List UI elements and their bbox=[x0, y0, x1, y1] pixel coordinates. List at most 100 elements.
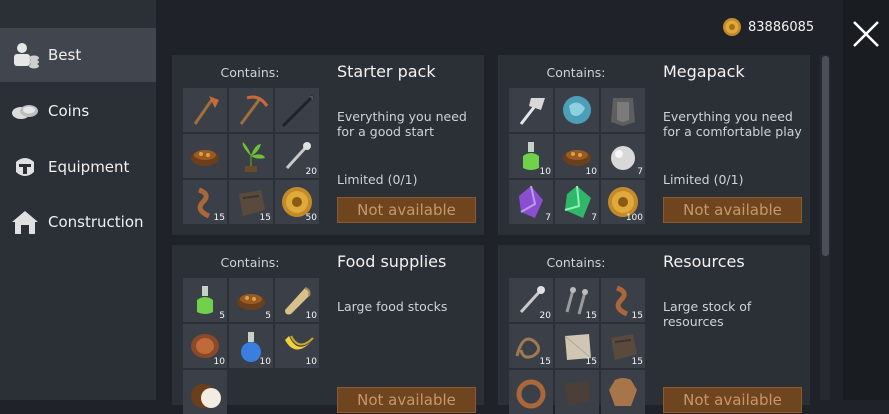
scrollbar-thumb[interactable] bbox=[822, 56, 829, 256]
item-quantity: 5 bbox=[219, 311, 225, 321]
armor-icon bbox=[611, 98, 635, 126]
pack-item-slot[interactable]: 15 bbox=[183, 180, 227, 224]
axe-icon bbox=[193, 96, 219, 125]
pack-description: Everything you need for a good start bbox=[337, 109, 467, 139]
right-panel bbox=[843, 0, 889, 400]
equipment-icon bbox=[10, 152, 40, 182]
pack-item-slot[interactable] bbox=[275, 88, 319, 132]
plant-icon bbox=[242, 142, 265, 172]
pack-item-slot[interactable] bbox=[229, 134, 273, 178]
pack-description: Large stock of resources bbox=[663, 299, 752, 329]
pack-description: Everything you need for a comfortable pl… bbox=[663, 109, 802, 139]
rope-coil-icon bbox=[516, 379, 546, 409]
pack-item-slot[interactable]: 15 bbox=[555, 278, 599, 322]
pack-item-slot[interactable]: 15 bbox=[509, 324, 553, 368]
pack-item-slot[interactable] bbox=[229, 88, 273, 132]
pack-item-slot[interactable]: 50 bbox=[275, 180, 319, 224]
contains-label: Contains: bbox=[546, 65, 606, 80]
sidebar-item-coins[interactable]: Coins bbox=[0, 84, 156, 138]
item-quantity: 10 bbox=[585, 167, 597, 177]
item-quantity: 15 bbox=[539, 357, 551, 367]
leather-dark-icon bbox=[565, 380, 591, 406]
pack-item-slot[interactable] bbox=[509, 88, 553, 132]
pack-card: Contains: 5 5 10 10 10 10 Food supplies Large fo… bbox=[172, 245, 484, 414]
pack-card: Contains: 10 10 7 7 7 100 Megapack Everything yo… bbox=[498, 55, 810, 235]
pack-item-slot[interactable]: 7 bbox=[601, 134, 645, 178]
item-quantity: 10 bbox=[539, 167, 551, 177]
best-icon bbox=[10, 40, 40, 70]
sidebar-item-equipment[interactable]: Equipment bbox=[0, 140, 156, 194]
item-quantity: 15 bbox=[585, 357, 597, 367]
pack-item-slot[interactable]: 5 bbox=[183, 278, 227, 322]
pack-item-slot[interactable]: 10 bbox=[183, 324, 227, 368]
food-bowl-icon bbox=[191, 150, 219, 166]
pack-item-slot[interactable]: 7 bbox=[555, 180, 599, 224]
coins-icon bbox=[10, 96, 40, 126]
item-quantity: 20 bbox=[539, 311, 551, 321]
item-quantity: 7 bbox=[545, 213, 551, 223]
pack-item-slot[interactable]: 10 bbox=[509, 134, 553, 178]
pack-item-slot[interactable]: 20 bbox=[509, 278, 553, 322]
pack-item-slot[interactable] bbox=[555, 88, 599, 132]
pack-item-slot[interactable]: 20 bbox=[275, 134, 319, 178]
item-quantity: 15 bbox=[585, 311, 597, 321]
pack-card: Contains: 20 15 15 50 Starter pack Everything … bbox=[172, 55, 484, 235]
sidebar: Best Coins Equipment Construction bbox=[0, 0, 156, 400]
contains-label: Contains: bbox=[546, 255, 606, 270]
construction-icon bbox=[10, 207, 40, 237]
pack-item-slot[interactable]: 10 bbox=[555, 134, 599, 178]
pack-description: Large food stocks bbox=[337, 299, 448, 314]
item-quantity: 5 bbox=[265, 311, 271, 321]
item-quantity: 50 bbox=[305, 213, 317, 223]
pack-item-slot[interactable] bbox=[509, 370, 553, 414]
food-bowl-icon bbox=[237, 294, 265, 310]
not-available-button[interactable]: Not available bbox=[663, 387, 802, 413]
sidebar-item-label: Best bbox=[48, 46, 82, 64]
item-quantity: 10 bbox=[259, 357, 271, 367]
item-quantity: 15 bbox=[631, 357, 643, 367]
item-quantity: 7 bbox=[637, 167, 643, 177]
pack-item-slot[interactable]: 10 bbox=[275, 324, 319, 368]
item-quantity: 15 bbox=[631, 311, 643, 321]
pack-title: Food supplies bbox=[337, 252, 447, 271]
item-quantity: 10 bbox=[213, 357, 225, 367]
pack-item-slot[interactable] bbox=[555, 370, 599, 414]
pack-title: Megapack bbox=[663, 62, 745, 81]
not-available-button[interactable]: Not available bbox=[663, 197, 802, 223]
item-quantity: 100 bbox=[625, 213, 643, 223]
sidebar-item-label: Construction bbox=[48, 213, 144, 231]
pack-item-slot[interactable]: 15 bbox=[229, 180, 273, 224]
pack-item-slot[interactable]: 15 bbox=[601, 278, 645, 322]
sidebar-item-best[interactable]: Best bbox=[0, 28, 156, 82]
pack-card: Contains: 20 15 15 15 15 15 Resources Large stoc… bbox=[498, 245, 810, 414]
pack-limit: Limited (0/1) bbox=[663, 172, 744, 187]
pack-item-slot[interactable] bbox=[183, 370, 227, 414]
hide-icon bbox=[609, 378, 637, 406]
green-crystal-icon bbox=[564, 185, 591, 218]
pack-item-slot[interactable] bbox=[601, 88, 645, 132]
pack-item-slot[interactable] bbox=[601, 370, 645, 414]
sidebar-item-construction[interactable]: Construction bbox=[0, 195, 156, 249]
item-quantity: 7 bbox=[591, 213, 597, 223]
pack-item-slot[interactable]: 15 bbox=[555, 324, 599, 368]
pack-item-slot[interactable] bbox=[183, 134, 227, 178]
spear-icon bbox=[281, 94, 315, 128]
pack-item-slot[interactable]: 10 bbox=[229, 324, 273, 368]
pack-item-slot[interactable] bbox=[183, 88, 227, 132]
not-available-button[interactable]: Not available bbox=[337, 387, 476, 413]
pack-item-slot[interactable]: 7 bbox=[509, 180, 553, 224]
pack-item-slot[interactable]: 100 bbox=[601, 180, 645, 224]
purple-crystal-icon bbox=[519, 185, 543, 218]
pack-item-slot[interactable]: 5 bbox=[229, 278, 273, 322]
sidebar-item-label: Equipment bbox=[48, 158, 130, 176]
not-available-button[interactable]: Not available bbox=[337, 197, 476, 223]
pack-item-slot[interactable]: 15 bbox=[601, 324, 645, 368]
contains-label: Contains: bbox=[220, 65, 280, 80]
coin-balance: 83886085 bbox=[722, 17, 814, 37]
item-quantity: 10 bbox=[305, 311, 317, 321]
item-quantity: 15 bbox=[259, 213, 271, 223]
pack-title: Resources bbox=[663, 252, 745, 271]
close-button[interactable] bbox=[852, 20, 880, 48]
coin-icon bbox=[723, 18, 741, 36]
pack-item-slot[interactable]: 10 bbox=[275, 278, 319, 322]
